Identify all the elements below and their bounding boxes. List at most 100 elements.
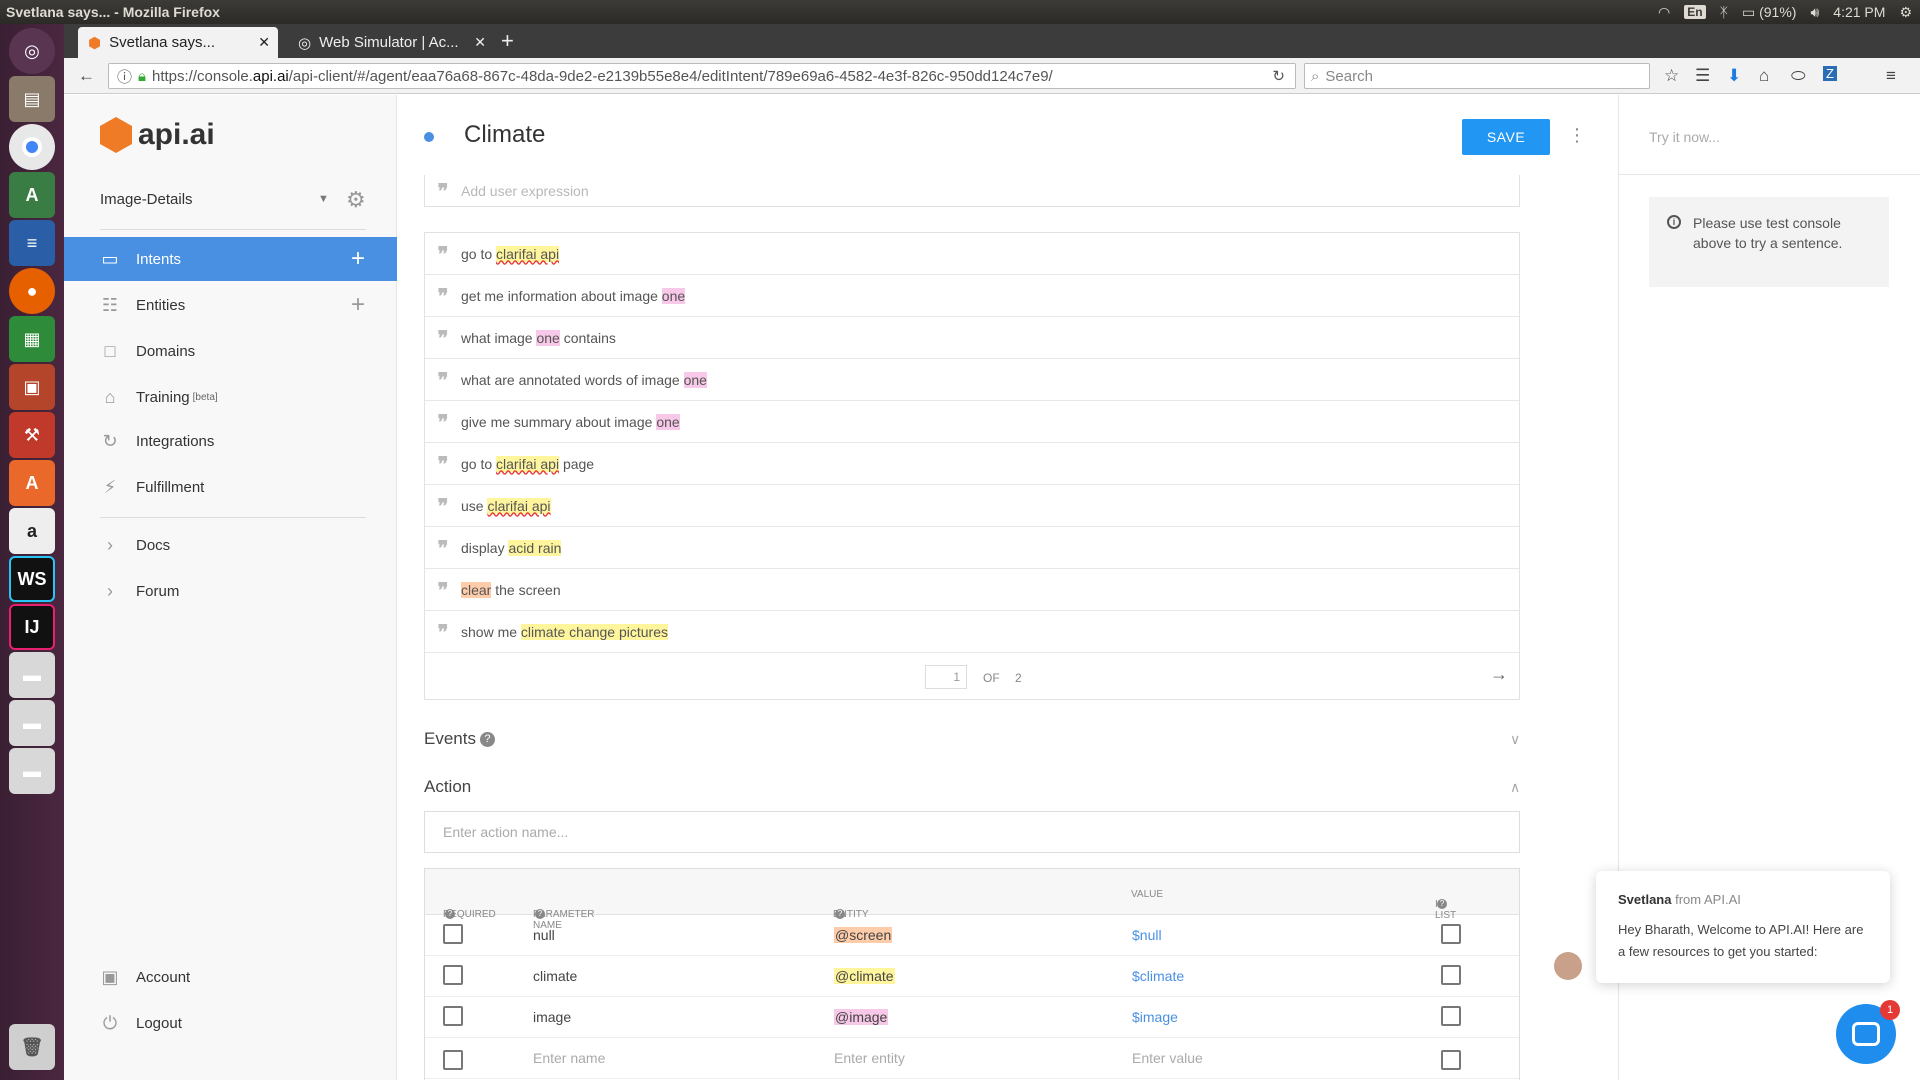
calc-icon[interactable]: ▦ — [9, 316, 55, 362]
sidebar-item-fulfillment[interactable]: ⚡︎ Fulfillment — [64, 465, 397, 509]
annotated-entity[interactable]: clear — [461, 581, 492, 598]
parameter-entity[interactable]: @screen — [834, 927, 893, 943]
sidebar-item-integrations[interactable]: ↻ Integrations — [64, 419, 397, 463]
sidebar-item-training[interactable]: ⌂ Training [beta] — [64, 375, 397, 419]
firefox-icon[interactable]: ● — [9, 268, 55, 314]
user-expression-text[interactable]: give me summary about image one — [461, 413, 680, 430]
required-checkbox[interactable] — [443, 965, 463, 985]
help-icon[interactable]: ? — [479, 732, 495, 748]
required-checkbox[interactable] — [443, 1006, 463, 1026]
is-list-checkbox[interactable] — [1441, 1050, 1461, 1070]
user-expression-row[interactable]: ❞ use clarifai api — [425, 485, 1519, 527]
bookmark-star-icon[interactable]: ☆ — [1664, 66, 1679, 86]
annotated-entity[interactable]: one — [536, 329, 560, 346]
software-center-icon[interactable]: A — [9, 460, 55, 506]
sidebar-item-forum[interactable]: › Forum — [64, 569, 397, 613]
page-scrollbar[interactable] — [1856, 80, 1864, 680]
user-expression-text[interactable]: get me information about image one — [461, 287, 686, 304]
next-page-arrow-icon[interactable]: → — [1490, 664, 1508, 685]
agent-settings-gear-icon[interactable]: ⚙ — [346, 187, 366, 213]
annotated-entity[interactable]: one — [683, 371, 707, 388]
user-expression-row[interactable]: ❞ get me information about image one — [425, 275, 1519, 317]
pocket-icon[interactable]: ⬭ — [1791, 66, 1806, 86]
parameter-name[interactable]: image — [533, 1009, 571, 1025]
is-list-checkbox[interactable] — [1441, 1006, 1461, 1026]
user-expression-text[interactable]: show me climate change pictures — [461, 623, 668, 640]
chevron-down-icon[interactable]: ∨ — [1510, 731, 1520, 748]
battery-indicator[interactable]: ▭ (91%) — [1742, 4, 1796, 21]
impress-icon[interactable]: ▣ — [9, 364, 55, 410]
annotated-entity[interactable]: clarifai api — [496, 455, 560, 472]
add-user-expression-input[interactable]: ❞ Add user expression — [424, 175, 1520, 207]
browser-tab[interactable]: ◎ Web Simulator | Ac... ✕ — [288, 27, 494, 58]
intellij-icon[interactable]: IJ — [9, 604, 55, 650]
user-expression-text[interactable]: go to clarifai api — [461, 245, 560, 262]
more-options-icon[interactable]: ⋮ — [1568, 125, 1586, 146]
parameter-name[interactable]: climate — [533, 968, 577, 984]
entity-input[interactable]: Enter entity — [834, 1050, 905, 1066]
search-bar[interactable]: ⌕ Search — [1304, 63, 1650, 89]
user-expression-text[interactable]: display acid rain — [461, 539, 562, 556]
webstorm-icon[interactable]: WS — [9, 556, 55, 602]
sidebar-item-logout[interactable]: ⏻ Logout — [64, 1001, 397, 1045]
drive-icon[interactable]: ▬ — [9, 700, 55, 746]
drive-icon[interactable]: ▬ — [9, 748, 55, 794]
value-input[interactable]: Enter value — [1132, 1050, 1203, 1066]
user-expression-text[interactable]: clear the screen — [461, 581, 561, 598]
clock[interactable]: 4:21 PM — [1833, 4, 1885, 20]
logo[interactable]: api.ai — [100, 117, 215, 153]
back-icon[interactable]: ← — [78, 66, 95, 86]
amazon-icon[interactable]: a — [9, 508, 55, 554]
annotated-entity[interactable]: one — [661, 287, 686, 304]
sidebar-item-account[interactable]: ▣ Account — [64, 955, 397, 999]
chevron-up-icon[interactable]: ∧ — [1510, 779, 1520, 796]
annotated-entity[interactable]: climate change pictures — [520, 623, 668, 640]
add-intent-plus-icon[interactable]: + — [351, 245, 365, 273]
wifi-icon[interactable]: ◠ — [1658, 4, 1670, 21]
events-section-header[interactable]: Events? — [424, 729, 495, 749]
menu-hamburger-icon[interactable]: ≡ — [1886, 66, 1896, 86]
home-icon[interactable]: ⌂ — [1759, 66, 1769, 86]
settings-gear-icon[interactable]: ⚙ — [1899, 4, 1912, 21]
files-icon[interactable]: ▤ — [9, 76, 55, 122]
chrome-icon[interactable] — [9, 124, 55, 170]
bluetooth-icon[interactable]: ᛡ — [1720, 4, 1728, 20]
sidebar-item-docs[interactable]: › Docs — [64, 523, 397, 567]
writer-icon[interactable]: ≡ — [9, 220, 55, 266]
sidebar-item-entities[interactable]: ☷ Entities + — [64, 283, 397, 327]
ubuntu-dash-icon[interactable]: ◎ — [9, 28, 55, 74]
keyboard-layout-indicator[interactable]: En — [1684, 5, 1706, 19]
trash-icon[interactable]: 🗑︎ — [9, 1024, 55, 1070]
page-number-input[interactable]: 1 — [925, 665, 967, 689]
sidebar-item-domains[interactable]: □ Domains — [64, 329, 397, 373]
user-expression-text[interactable]: use clarifai api — [461, 497, 551, 514]
intent-title[interactable]: Climate — [464, 121, 545, 149]
sidebar-item-intents[interactable]: ▭ Intents + — [64, 237, 397, 281]
agent-selector[interactable]: Image-Details — [100, 191, 193, 208]
parameter-name[interactable]: null — [533, 927, 555, 943]
downloads-icon[interactable]: ⬇ — [1727, 66, 1741, 86]
user-expression-row[interactable]: ❞ what image one contains — [425, 317, 1519, 359]
user-expression-text[interactable]: what are annotated words of image one — [461, 371, 707, 388]
browser-tab-active[interactable]: ⬢ Svetlana says... ✕ — [78, 27, 278, 58]
zotero-icon[interactable]: Z — [1823, 66, 1837, 81]
reload-icon[interactable]: ↻ — [1272, 67, 1285, 85]
try-it-input[interactable]: Try it now... — [1619, 95, 1920, 175]
chat-message-card[interactable]: Svetlana from API.AI Hey Bharath, Welcom… — [1596, 871, 1890, 983]
user-expression-row[interactable]: ❞ go to clarifai api — [425, 233, 1519, 275]
user-expression-row[interactable]: ❞ show me climate change pictures — [425, 611, 1519, 653]
annotated-entity[interactable]: acid rain — [508, 539, 562, 556]
action-section-header[interactable]: Action — [424, 777, 471, 797]
user-expression-row[interactable]: ❞ go to clarifai api page — [425, 443, 1519, 485]
save-button[interactable]: SAVE — [1462, 119, 1550, 155]
is-list-checkbox[interactable] — [1441, 965, 1461, 985]
new-tab-icon[interactable]: + — [501, 28, 514, 54]
android-studio-icon[interactable]: A — [9, 172, 55, 218]
user-expression-row[interactable]: ❞ clear the screen — [425, 569, 1519, 611]
close-tab-icon[interactable]: ✕ — [258, 34, 270, 51]
parameter-value[interactable]: $image — [1132, 1009, 1178, 1025]
reading-list-icon[interactable]: ☰ — [1695, 66, 1710, 86]
close-tab-icon[interactable]: ✕ — [474, 34, 486, 51]
action-name-input[interactable]: Enter action name... — [424, 811, 1520, 853]
parameter-entity[interactable]: @image — [834, 1009, 889, 1025]
